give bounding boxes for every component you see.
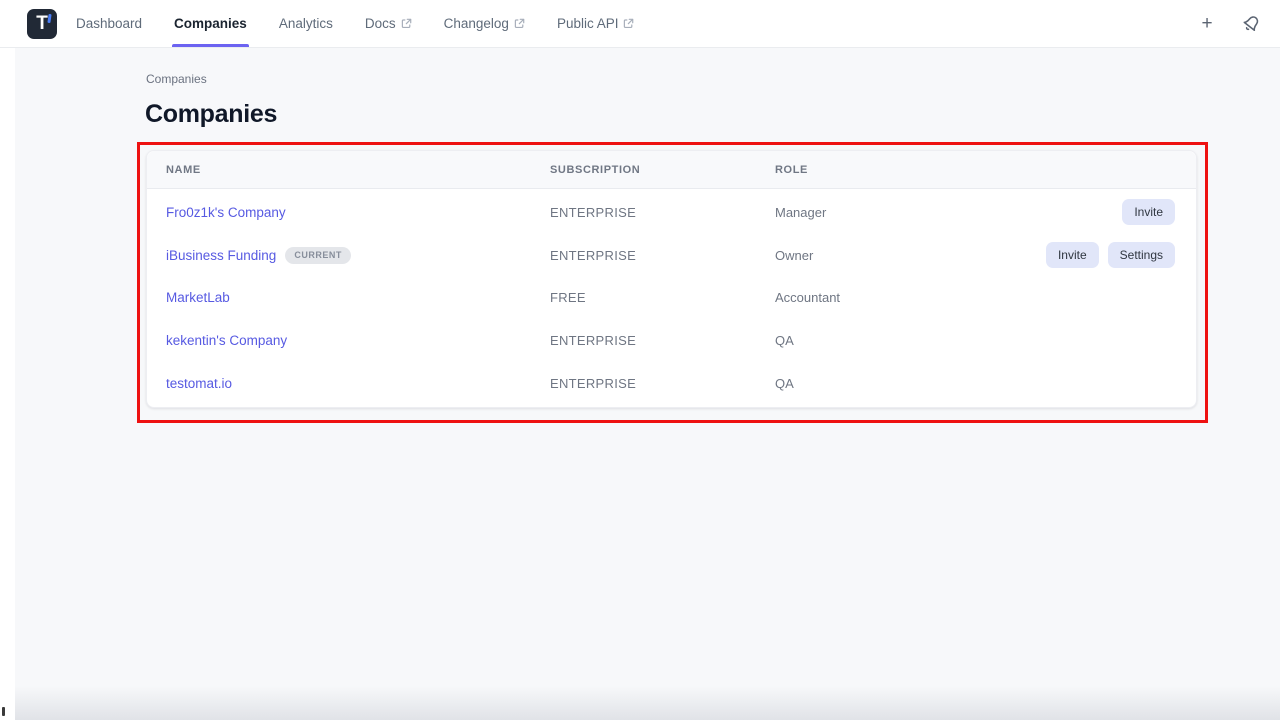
navbar-actions: + <box>1196 13 1262 35</box>
nav-item-public-api[interactable]: Public API <box>557 0 635 47</box>
company-link[interactable]: Fro0z1k's Company <box>166 205 286 220</box>
logo-accent-tick <box>47 13 51 22</box>
bell-icon <box>1239 12 1263 36</box>
app-logo-letter: T <box>36 14 48 33</box>
column-header-role: ROLE <box>775 164 1175 176</box>
column-header-subscription: SUBSCRIPTION <box>550 164 775 176</box>
top-navbar: T Dashboard Companies Analytics Docs Cha… <box>0 0 1280 48</box>
nav-item-companies[interactable]: Companies <box>174 0 247 47</box>
nav-item-label: Dashboard <box>76 16 142 31</box>
table-body: Fro0z1k's Company ENTERPRISE Manager Inv… <box>147 189 1196 407</box>
role-cell: QA <box>775 376 1175 391</box>
text-cursor-artifact <box>2 707 5 716</box>
role-cell: Manager <box>775 205 1122 220</box>
company-link[interactable]: MarketLab <box>166 290 230 305</box>
external-link-icon <box>401 18 412 29</box>
subscription-cell: ENTERPRISE <box>550 248 775 263</box>
company-name-cell: Fro0z1k's Company <box>166 205 550 220</box>
subscription-cell: ENTERPRISE <box>550 333 775 348</box>
table-row: iBusiness Funding CURRENT ENTERPRISE Own… <box>147 234 1196 277</box>
page-title: Companies <box>145 100 277 129</box>
nav-item-label: Public API <box>557 16 619 31</box>
nav-item-label: Analytics <box>279 16 333 31</box>
table-row: MarketLab FREE Accountant <box>147 277 1196 320</box>
company-link[interactable]: iBusiness Funding <box>166 248 276 263</box>
plus-icon: + <box>1201 14 1212 33</box>
role-cell: QA <box>775 333 1175 348</box>
nav-item-dashboard[interactable]: Dashboard <box>76 0 142 47</box>
role-cell: Accountant <box>775 290 1175 305</box>
app-logo[interactable]: T <box>27 9 57 39</box>
content-area: Companies Companies NAME SUBSCRIPTION RO… <box>15 48 1280 720</box>
add-button[interactable]: + <box>1196 13 1218 35</box>
nav-item-label: Companies <box>174 16 247 31</box>
table-header-row: NAME SUBSCRIPTION ROLE <box>147 151 1196 189</box>
company-link[interactable]: testomat.io <box>166 376 232 391</box>
subscription-cell: ENTERPRISE <box>550 376 775 391</box>
nav-item-label: Docs <box>365 16 396 31</box>
subscription-cell: FREE <box>550 290 775 305</box>
company-name-cell: kekentin's Company <box>166 333 550 348</box>
subscription-cell: ENTERPRISE <box>550 205 775 220</box>
company-link[interactable]: kekentin's Company <box>166 333 287 348</box>
companies-table: NAME SUBSCRIPTION ROLE Fro0z1k's Company… <box>146 150 1197 408</box>
invite-button[interactable]: Invite <box>1046 242 1099 268</box>
table-row: kekentin's Company ENTERPRISE QA <box>147 319 1196 362</box>
invite-button[interactable]: Invite <box>1122 199 1175 225</box>
company-name-cell: MarketLab <box>166 290 550 305</box>
table-row: Fro0z1k's Company ENTERPRISE Manager Inv… <box>147 191 1196 234</box>
table-row: testomat.io ENTERPRISE QA <box>147 362 1196 405</box>
role-cell: Owner <box>775 248 1046 263</box>
actions-cell: Invite <box>1122 199 1175 225</box>
notifications-button[interactable] <box>1240 13 1262 35</box>
column-header-name: NAME <box>166 164 550 176</box>
main-nav: Dashboard Companies Analytics Docs Chang… <box>76 0 666 47</box>
nav-item-changelog[interactable]: Changelog <box>444 0 525 47</box>
nav-item-analytics[interactable]: Analytics <box>279 0 333 47</box>
breadcrumb[interactable]: Companies <box>146 72 207 86</box>
external-link-icon <box>623 18 634 29</box>
company-name-cell: iBusiness Funding CURRENT <box>166 247 550 264</box>
current-badge: CURRENT <box>285 247 351 264</box>
actions-cell: Invite Settings <box>1046 242 1175 268</box>
nav-item-label: Changelog <box>444 16 509 31</box>
settings-button[interactable]: Settings <box>1108 242 1175 268</box>
nav-item-docs[interactable]: Docs <box>365 0 412 47</box>
external-link-icon <box>514 18 525 29</box>
company-name-cell: testomat.io <box>166 376 550 391</box>
